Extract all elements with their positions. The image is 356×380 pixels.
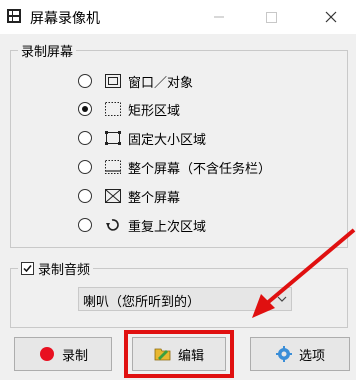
red-arrow-icon <box>252 228 356 318</box>
